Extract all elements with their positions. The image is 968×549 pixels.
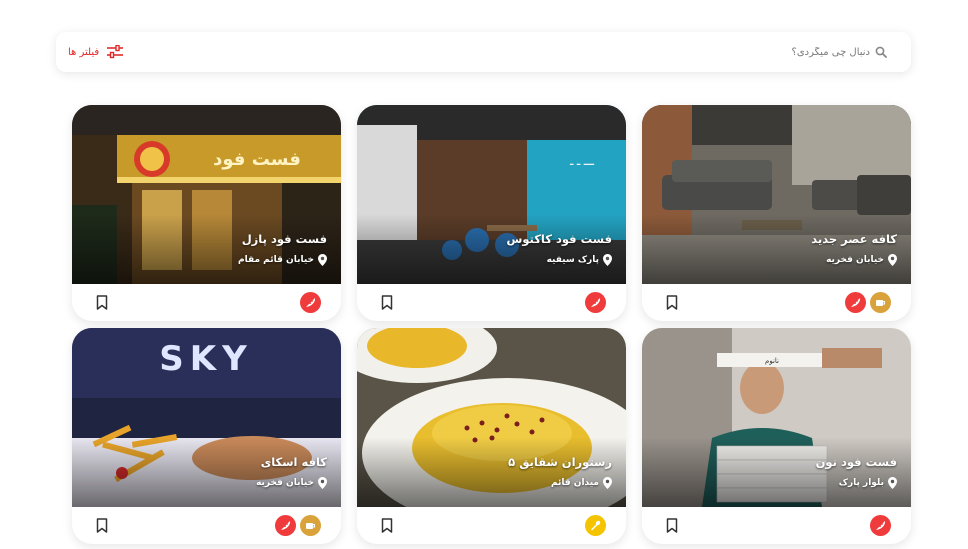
venue-location: پارک سیفیه: [547, 254, 612, 266]
venue-location-text: میدان قائم: [550, 478, 599, 488]
bookmark-icon[interactable]: [666, 295, 678, 310]
venue-location-text: خیابان فخریه: [826, 255, 884, 265]
store-sign-text: فست فود: [213, 149, 301, 170]
venue-card-sky[interactable]: SKY کافه اسکای خیابان فخریه: [72, 328, 341, 544]
category-badges: [845, 292, 891, 313]
venue-title: رستوران شقایق ۵: [508, 455, 612, 469]
fastfood-icon: [300, 292, 321, 313]
category-badges: [275, 515, 321, 536]
cafe-icon: [300, 515, 321, 536]
venue-title: فست فود نون: [815, 455, 897, 469]
search-icon: [875, 46, 887, 58]
bookmark-icon[interactable]: [96, 295, 108, 310]
venue-location-text: خیابان فخریه: [256, 478, 314, 488]
filters-button[interactable]: فیلتر ها: [68, 45, 124, 59]
location-pin-icon: [888, 477, 897, 489]
search-field: [740, 46, 887, 58]
sliders-icon: [107, 45, 124, 59]
location-pin-icon: [603, 254, 612, 266]
category-badges: [585, 515, 606, 536]
category-badges: [585, 292, 606, 313]
search-bar: فیلتر ها: [56, 32, 911, 72]
location-pin-icon: [888, 254, 897, 266]
fastfood-icon: [275, 515, 296, 536]
venue-card-asr-jadid[interactable]: کافه عصر جدید خیابان فخریه: [642, 105, 911, 321]
venue-card-noon[interactable]: نانوم فست فود نون بلوار پارک: [642, 328, 911, 544]
bookmark-icon[interactable]: [96, 518, 108, 533]
venue-card-cactus[interactable]: ـــ ـ ـ فست فود کاکتوس پارک سیفیه: [357, 105, 626, 321]
venue-title: فست فود پازل: [241, 232, 327, 246]
bookmark-icon[interactable]: [381, 518, 393, 533]
fastfood-icon: [870, 515, 891, 536]
fastfood-icon: [845, 292, 866, 313]
category-badges: [870, 515, 891, 536]
venue-grid: فست فود فست فود پازل خیابان قائم مقام ــ…: [72, 105, 911, 544]
search-input[interactable]: [740, 46, 870, 58]
venue-title: فست فود کاکتوس: [506, 232, 612, 246]
venue-title: کافه اسکای: [260, 455, 327, 469]
restaurant-icon: [585, 515, 606, 536]
category-badges: [300, 292, 321, 313]
venue-card-puzzle[interactable]: فست فود فست فود پازل خیابان قائم مقام: [72, 105, 341, 321]
venue-location: خیابان قائم مقام: [238, 254, 327, 266]
venue-location-text: بلوار پارک: [838, 478, 884, 488]
location-pin-icon: [603, 477, 612, 489]
filters-label: فیلتر ها: [68, 46, 100, 58]
venue-location-text: خیابان قائم مقام: [238, 255, 314, 265]
cafe-icon: [870, 292, 891, 313]
venue-card-shaghayegh[interactable]: رستوران شقایق ۵ میدان قائم: [357, 328, 626, 544]
venue-location-text: پارک سیفیه: [546, 255, 599, 265]
svg-text:ـــ ـ ـ: ـــ ـ ـ: [569, 157, 595, 168]
location-pin-icon: [318, 254, 327, 266]
venue-location: میدان قائم: [551, 477, 612, 489]
venue-location: خیابان فخریه: [826, 254, 897, 266]
venue-location: خیابان فخریه: [256, 477, 327, 489]
location-pin-icon: [318, 477, 327, 489]
box-text: نانوم: [765, 357, 779, 365]
fastfood-icon: [585, 292, 606, 313]
store-sign-text: SKY: [159, 339, 252, 379]
bookmark-icon[interactable]: [666, 518, 678, 533]
bookmark-icon[interactable]: [381, 295, 393, 310]
venue-location: بلوار پارک: [839, 477, 897, 489]
venue-title: کافه عصر جدید: [811, 232, 897, 246]
